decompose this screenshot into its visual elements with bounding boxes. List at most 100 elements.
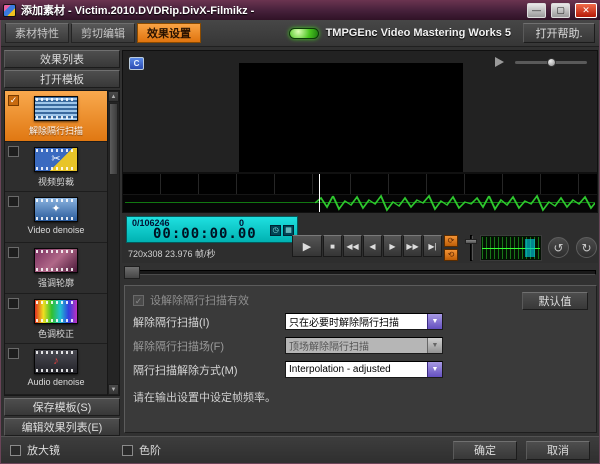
seek-bar[interactable] — [122, 263, 598, 281]
magnifier-label: 放大镜 — [27, 442, 60, 458]
levels-group: 色阶 — [122, 442, 161, 458]
loop-toggle-icon[interactable]: ⟳ — [444, 235, 458, 247]
setting-row: 解除隔行扫描(I) 只在必要时解除隔行扫描 ▼ — [133, 311, 588, 332]
effect-item-audio-denoise[interactable]: ♪ Audio denoise — [5, 344, 107, 395]
effect-list: 解除隔行扫描 ✂ 视频剪裁 ✦ Video denoise 强调轮廓 — [4, 90, 120, 396]
chevron-down-icon[interactable]: ▼ — [427, 314, 442, 329]
setting-row: 隔行扫描解除方式(M) Interpolation - adjusted ▼ — [133, 359, 588, 380]
close-button[interactable]: ✕ — [575, 3, 597, 18]
audio-denoise-icon: ♪ — [34, 349, 78, 374]
scrollbar-track[interactable] — [108, 176, 119, 384]
effect-item-deinterlace[interactable]: 解除隔行扫描 — [5, 91, 107, 142]
cancel-button[interactable]: 取消 — [526, 441, 590, 460]
effect-label: 视频剪裁 — [38, 175, 74, 188]
enable-row: 设解除隔行扫描有效 — [133, 292, 588, 308]
setting-row: 解除隔行扫描场(F) 顶场解除隔行扫描 ▼ — [133, 335, 588, 356]
effect-checkbox[interactable] — [8, 298, 19, 309]
scroll-up-icon[interactable]: ▲ — [108, 91, 119, 102]
volume-control — [495, 57, 587, 67]
deinterlace-mode-label: 解除隔行扫描(I) — [133, 314, 285, 330]
enable-deinterlace-checkbox[interactable] — [133, 295, 144, 306]
playhead-marker[interactable] — [319, 174, 320, 212]
app-icon — [3, 4, 16, 17]
deinterlace-method-dropdown[interactable]: Interpolation - adjusted ▼ — [285, 361, 443, 378]
tab-cut-edit[interactable]: 剪切编辑 — [71, 23, 135, 43]
levels-checkbox[interactable] — [122, 445, 133, 456]
effect-items: 解除隔行扫描 ✂ 视频剪裁 ✦ Video denoise 强调轮廓 — [5, 91, 107, 395]
step-back-button[interactable]: ◀ — [363, 235, 382, 257]
audio-waveform-track[interactable] — [123, 194, 597, 212]
speaker-icon — [495, 57, 509, 67]
deinterlace-field-dropdown[interactable]: 顶场解除隔行扫描 ▼ — [285, 337, 443, 354]
effect-label: 色调校正 — [38, 327, 74, 340]
navigator-scope[interactable] — [480, 235, 542, 261]
volume-knob[interactable] — [547, 58, 556, 67]
deinterlace-field-label: 解除隔行扫描场(F) — [133, 338, 285, 354]
save-template-button[interactable]: 保存模板(S) — [4, 398, 120, 416]
enable-deinterlace-label: 设解除隔行扫描有效 — [150, 292, 249, 308]
slider-handle[interactable] — [465, 239, 477, 244]
effect-item-sharpen[interactable]: 强调轮廓 — [5, 243, 107, 294]
fast-forward-button[interactable]: ▶▶ — [403, 235, 422, 257]
levels-label: 色阶 — [139, 442, 161, 458]
play-button[interactable]: ▶ — [292, 235, 322, 257]
clip-marker-icon: C — [129, 57, 144, 70]
scrollbar-thumb[interactable] — [109, 103, 118, 175]
chevron-down-icon[interactable]: ▼ — [427, 362, 442, 377]
scope-selection — [525, 239, 535, 257]
redo-button[interactable]: ↻ — [576, 237, 597, 258]
titlebar[interactable]: 添加素材 - Victim.2010.DVDRip.DivX-Filmikz -… — [0, 0, 600, 20]
video-denoise-icon: ✦ — [34, 197, 78, 222]
default-values-button[interactable]: 默认值 — [522, 292, 588, 310]
effect-item-video-denoise[interactable]: ✦ Video denoise — [5, 192, 107, 243]
brand-text: TMPGEnc Video Mastering Works 5 — [326, 27, 511, 39]
rewind-button[interactable]: ◀◀ — [343, 235, 362, 257]
sharpen-icon — [34, 248, 78, 273]
open-template-button[interactable]: 打开模板 — [4, 70, 120, 88]
effect-item-color-correction[interactable]: 色调校正 — [5, 294, 107, 345]
stop-button[interactable]: ■ — [323, 235, 342, 257]
ok-button[interactable]: 确定 — [453, 441, 517, 460]
deinterlace-mode-dropdown[interactable]: 只在必要时解除隔行扫描 ▼ — [285, 313, 443, 330]
maximize-button[interactable]: ▢ — [551, 3, 570, 18]
video-preview-area: C — [122, 50, 598, 173]
go-to-end-button[interactable]: ▶| — [423, 235, 442, 257]
deinterlace-icon — [34, 96, 78, 121]
deinterlace-method-label: 隔行扫描解除方式(M) — [133, 362, 285, 378]
time-mode-icon[interactable]: ◷ — [270, 225, 281, 236]
effect-checkbox[interactable] — [8, 348, 19, 359]
volume-slider[interactable] — [515, 61, 587, 64]
tab-bar: 素材特性 剪切编辑 效果设置 TMPGEnc Video Mastering W… — [1, 20, 599, 47]
window-title: 添加素材 - Victim.2010.DVDRip.DivX-Filmikz - — [21, 2, 522, 18]
tab-effect-settings[interactable]: 效果设置 — [137, 23, 201, 43]
effect-checkbox[interactable] — [8, 95, 19, 106]
open-help-button[interactable]: 打开帮助. — [523, 23, 595, 43]
edit-effect-list-button[interactable]: 编辑效果列表(E) — [4, 418, 120, 436]
seek-track[interactable] — [124, 270, 596, 275]
effect-checkbox[interactable] — [8, 247, 19, 258]
effect-list-scrollbar[interactable]: ▲ ▼ — [107, 91, 119, 395]
minimize-button[interactable]: — — [527, 3, 546, 18]
preview-volume-slider[interactable] — [465, 235, 477, 261]
video-thumbnail-track[interactable] — [123, 174, 597, 195]
timecode-display: 0/106246 0 00:00:00.00 ◷ ▦ — [126, 216, 298, 243]
effect-checkbox[interactable] — [8, 196, 19, 207]
crop-icon: ✂ — [34, 147, 78, 172]
seek-handle[interactable] — [124, 266, 140, 279]
effect-item-video-crop[interactable]: ✂ 视频剪裁 — [5, 142, 107, 193]
scroll-down-icon[interactable]: ▼ — [108, 384, 119, 395]
step-forward-button[interactable]: ▶ — [383, 235, 402, 257]
dropdown-value: Interpolation - adjusted — [286, 364, 427, 375]
magnifier-checkbox[interactable] — [10, 445, 21, 456]
tab-clip-properties[interactable]: 素材特性 — [5, 23, 69, 43]
undo-button[interactable]: ↺ — [548, 237, 569, 258]
compare-toggle-icon[interactable]: ⟲ — [444, 249, 458, 261]
waveform-graphic — [315, 194, 595, 212]
effect-checkbox[interactable] — [8, 146, 19, 157]
chevron-down-icon: ▼ — [427, 338, 442, 353]
effect-label: 解除隔行扫描 — [29, 124, 83, 137]
timeline-strip[interactable] — [122, 173, 598, 213]
video-frame — [239, 63, 463, 172]
dropdown-value: 只在必要时解除隔行扫描 — [286, 314, 427, 329]
timecode: 00:00:00.00 — [153, 226, 257, 242]
